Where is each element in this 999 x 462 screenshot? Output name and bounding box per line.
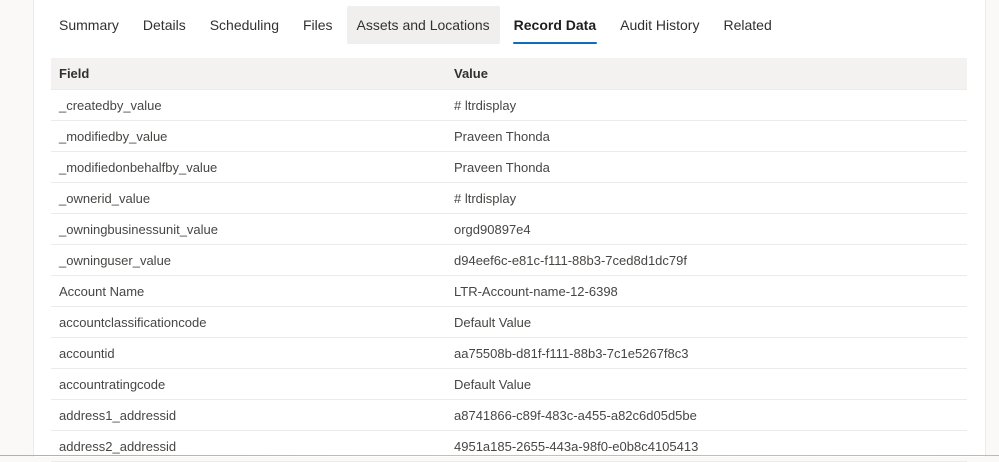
field-value-cell: d94eef6c-e81c-f111-88b3-7ced8d1dc79f bbox=[446, 253, 967, 268]
table-row[interactable]: _createdby_value# ltrdisplay bbox=[51, 90, 967, 121]
tab-summary[interactable]: Summary bbox=[49, 6, 129, 44]
table-row[interactable]: _owningbusinessunit_valueorgd90897e4 bbox=[51, 214, 967, 245]
table-header: Field Value bbox=[51, 58, 967, 90]
tab-audit-history[interactable]: Audit History bbox=[610, 6, 709, 44]
table-row[interactable]: accountclassificationcodeDefault Value bbox=[51, 307, 967, 338]
record-panel: Summary Details Scheduling Files Assets … bbox=[33, 0, 986, 457]
table-row[interactable]: _modifiedonbehalfby_valuePraveen Thonda bbox=[51, 152, 967, 183]
field-name-cell: address2_addressid bbox=[51, 439, 446, 454]
table-row[interactable]: _ownerid_value# ltrdisplay bbox=[51, 183, 967, 214]
tab-details[interactable]: Details bbox=[133, 6, 196, 44]
tab-assets-and-locations[interactable]: Assets and Locations bbox=[347, 6, 500, 44]
field-name-cell: address1_addressid bbox=[51, 408, 446, 423]
field-name-cell: _modifiedonbehalfby_value bbox=[51, 160, 446, 175]
field-name-cell: _ownerid_value bbox=[51, 191, 446, 206]
field-name-cell: Account Name bbox=[51, 284, 446, 299]
table-row[interactable]: _owninguser_valued94eef6c-e81c-f111-88b3… bbox=[51, 245, 967, 276]
tab-bar: Summary Details Scheduling Files Assets … bbox=[49, 6, 786, 44]
tab-files[interactable]: Files bbox=[293, 6, 343, 44]
table-row[interactable]: Account NameLTR-Account-name-12-6398 bbox=[51, 276, 967, 307]
field-name-cell: accountratingcode bbox=[51, 377, 446, 392]
field-name-cell: _owningbusinessunit_value bbox=[51, 222, 446, 237]
field-name-cell: _createdby_value bbox=[51, 98, 446, 113]
field-value-cell: Praveen Thonda bbox=[446, 129, 967, 144]
field-value-cell: # ltrdisplay bbox=[446, 98, 967, 113]
field-name-cell: accountid bbox=[51, 346, 446, 361]
table-body: _createdby_value# ltrdisplay_modifiedby_… bbox=[51, 90, 967, 462]
field-value-cell: Default Value bbox=[446, 377, 967, 392]
field-value-cell: Praveen Thonda bbox=[446, 160, 967, 175]
tab-record-data[interactable]: Record Data bbox=[504, 6, 606, 44]
field-value-cell: 4951a185-2655-443a-98f0-e0b8c4105413 bbox=[446, 439, 967, 454]
field-value-cell: a8741866-c89f-483c-a455-a82c6d05d5be bbox=[446, 408, 967, 423]
field-name-cell: _owninguser_value bbox=[51, 253, 446, 268]
table-row[interactable]: _modifiedby_valuePraveen Thonda bbox=[51, 121, 967, 152]
field-value-cell: orgd90897e4 bbox=[446, 222, 967, 237]
tab-related[interactable]: Related bbox=[713, 6, 781, 44]
table-row[interactable]: accountratingcodeDefault Value bbox=[51, 369, 967, 400]
column-header-field[interactable]: Field bbox=[51, 66, 446, 81]
table-row[interactable]: accountidaa75508b-d81f-f111-88b3-7c1e526… bbox=[51, 338, 967, 369]
field-value-cell: aa75508b-d81f-f111-88b3-7c1e5267f8c3 bbox=[446, 346, 967, 361]
field-value-cell: Default Value bbox=[446, 315, 967, 330]
bottom-divider bbox=[0, 455, 999, 456]
field-name-cell: _modifiedby_value bbox=[51, 129, 446, 144]
table-row[interactable]: address2_addressid4951a185-2655-443a-98f… bbox=[51, 431, 967, 462]
table-row[interactable]: address1_addressida8741866-c89f-483c-a45… bbox=[51, 400, 967, 431]
field-name-cell: accountclassificationcode bbox=[51, 315, 446, 330]
field-value-cell: LTR-Account-name-12-6398 bbox=[446, 284, 967, 299]
field-value-cell: # ltrdisplay bbox=[446, 191, 967, 206]
column-header-value[interactable]: Value bbox=[446, 66, 967, 81]
record-data-table: Field Value _createdby_value# ltrdisplay… bbox=[51, 58, 967, 462]
tab-scheduling[interactable]: Scheduling bbox=[200, 6, 289, 44]
